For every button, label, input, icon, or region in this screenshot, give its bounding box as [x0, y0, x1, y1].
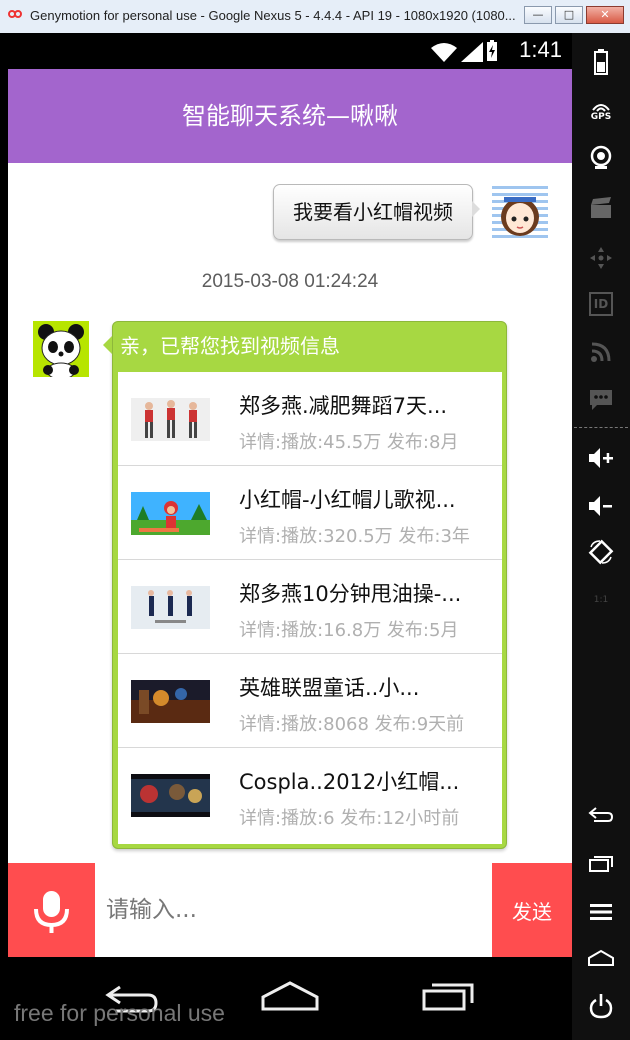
wifi-icon [431, 43, 457, 62]
status-bar: 1:41 [8, 33, 572, 69]
chat-area[interactable]: 我要看小红帽视频 2015-03-08 01:24:24 亲，已帮您找到视频信息 [8, 163, 572, 863]
id-icon[interactable]: ID [586, 289, 616, 319]
genymotion-side-panel: GPS ID 1:1 [572, 33, 630, 1040]
video-thumbnail [131, 680, 210, 723]
minimize-button[interactable]: — [524, 6, 552, 24]
battery-charging-icon [487, 40, 497, 61]
home-icon[interactable] [260, 979, 320, 1013]
video-thumbnail [131, 774, 210, 817]
id-label: ID [589, 292, 613, 316]
video-info: 详情:播放:45.5万 发布:8月 [239, 432, 459, 453]
video-list: 郑多燕.减肥舞蹈7天... 详情:播放:45.5万 发布:8月 小红帽-小红帽儿… [118, 372, 502, 844]
watermark-text: free for personal use [14, 1000, 225, 1026]
video-item[interactable]: 郑多燕.减肥舞蹈7天... 详情:播放:45.5万 发布:8月 [118, 372, 502, 466]
input-bar: 发送 [8, 863, 572, 957]
power-icon[interactable] [586, 991, 616, 1021]
microphone-icon [34, 891, 69, 933]
video-title: 英雄联盟童话..小... [239, 676, 420, 700]
dpad-icon[interactable] [586, 243, 616, 273]
side-home-icon[interactable] [586, 943, 616, 973]
gps-icon[interactable]: GPS [586, 97, 616, 127]
bot-avatar [33, 321, 89, 377]
clapperboard-icon[interactable] [586, 193, 616, 223]
battery-icon[interactable] [586, 47, 616, 77]
signal-icon [461, 42, 483, 62]
video-info: 详情:播放:8068 发布:9天前 [239, 714, 465, 735]
video-title: Cospla..2012小红帽... [239, 770, 460, 794]
video-title: 小红帽-小红帽儿歌视... [239, 488, 456, 512]
side-recent-apps-icon[interactable] [586, 849, 616, 879]
clock: 1:41 [519, 37, 562, 62]
user-message-bubble: 我要看小红帽视频 [273, 184, 480, 240]
video-item[interactable]: 郑多燕10分钟甩油操-... 详情:播放:16.8万 发布:5月 [118, 560, 502, 654]
bot-message-card: 亲，已帮您找到视频信息 郑多燕.减肥舞蹈7天... 详情:播放:45.5万 发布… [103, 321, 507, 849]
maximize-button[interactable]: □ [555, 6, 583, 24]
menu-icon[interactable] [586, 897, 616, 927]
camera-icon[interactable] [586, 143, 616, 173]
send-button[interactable]: 发送 [492, 863, 572, 957]
video-item[interactable]: 英雄联盟童话..小... 详情:播放:8068 发布:9天前 [118, 654, 502, 748]
recent-apps-icon[interactable] [420, 979, 476, 1013]
voice-button[interactable] [8, 863, 95, 957]
app-title: 智能聊天系统—啾啾 [8, 69, 572, 163]
video-info: 详情:播放:6 发布:12小时前 [239, 808, 460, 829]
video-item[interactable]: Cospla..2012小红帽... 详情:播放:6 发布:12小时前 [118, 748, 502, 842]
volume-down-icon[interactable] [586, 491, 616, 521]
user-avatar [492, 182, 548, 238]
message-input[interactable] [104, 891, 488, 929]
volume-up-icon[interactable] [586, 443, 616, 473]
close-button[interactable]: ✕ [586, 6, 624, 24]
scale-icon[interactable]: 1:1 [586, 585, 616, 615]
video-thumbnail [131, 398, 210, 441]
android-nav-bar [8, 957, 572, 1040]
girl-avatar-icon [501, 197, 539, 236]
chat-icon[interactable] [586, 385, 616, 415]
panda-icon [38, 324, 84, 377]
rotate-icon[interactable] [586, 537, 616, 567]
panel-divider [574, 427, 628, 428]
video-info: 详情:播放:320.5万 发布:3年 [239, 526, 470, 547]
video-title: 郑多燕.减肥舞蹈7天... [239, 394, 448, 418]
device-bezel [0, 33, 8, 1040]
bot-message-text: 亲，已帮您找到视频信息 [120, 334, 340, 358]
video-info: 详情:播放:16.8万 发布:5月 [239, 620, 459, 641]
video-thumbnail [131, 586, 210, 629]
side-back-icon[interactable] [586, 799, 616, 829]
cast-icon[interactable] [586, 337, 616, 367]
gps-label: GPS [590, 112, 612, 122]
message-timestamp: 2015-03-08 01:24:24 [201, 271, 379, 292]
video-thumbnail [131, 492, 210, 535]
scale-label: 1:1 [593, 595, 609, 605]
window-title: Genymotion for personal use - Google Nex… [30, 8, 516, 23]
video-item[interactable]: 小红帽-小红帽儿歌视... 详情:播放:320.5万 发布:3年 [118, 466, 502, 560]
video-title: 郑多燕10分钟甩油操-... [239, 582, 462, 606]
window-titlebar: Genymotion for personal use - Google Nex… [0, 0, 630, 34]
genymotion-logo-icon [8, 10, 22, 20]
